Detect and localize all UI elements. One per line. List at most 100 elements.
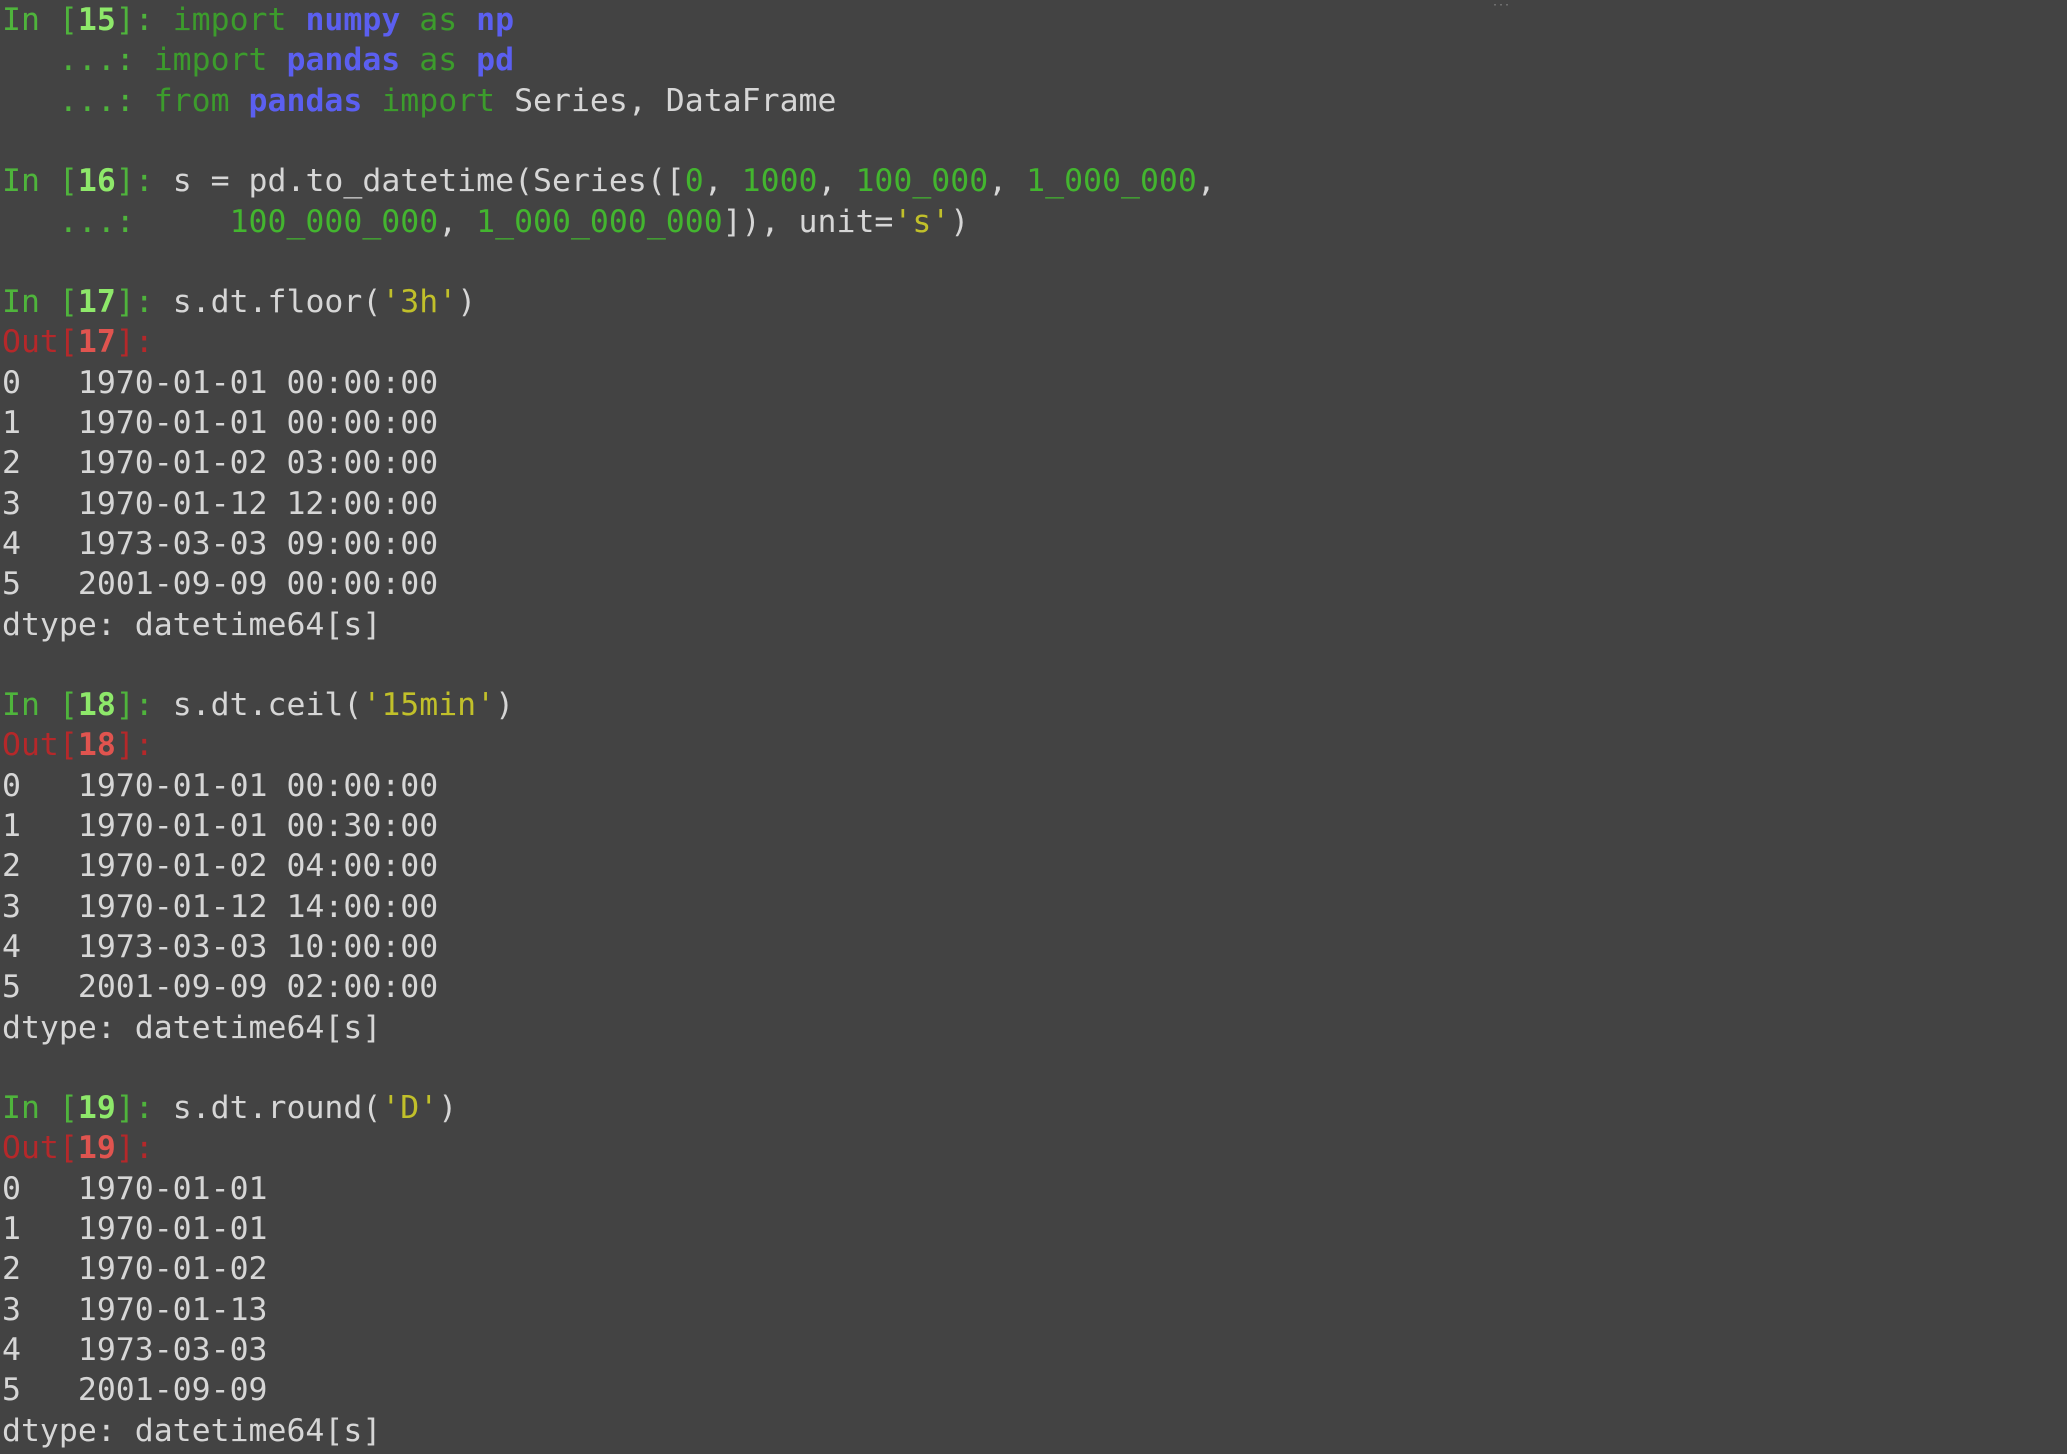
token-plain: )	[438, 1090, 458, 1127]
token-plain: 3 1970-01-12 14:00:00	[2, 888, 439, 925]
terminal-line: 3 1970-01-12 12:00:00	[2, 484, 438, 524]
token-mod: pandas	[248, 82, 363, 119]
token-plain: 4 1973-03-03 09:00:00	[2, 525, 439, 562]
token-num-in: 17	[77, 284, 116, 321]
token-kw: import	[381, 82, 496, 119]
terminal-line: 1 1970-01-01	[2, 1209, 268, 1249]
token-mod: pd	[476, 42, 515, 79]
token-plain: 1 1970-01-01 00:30:00	[2, 808, 439, 844]
terminal-line: Out[19]:	[2, 1128, 154, 1168]
token-prompt-in: ]:	[115, 2, 173, 38]
terminal-line: In [15]: import numpy as np	[2, 0, 514, 40]
ipython-terminal[interactable]: ··· In [15]: import numpy as np ...: imp…	[0, 0, 2067, 1454]
token-plain: s.dt.round(	[172, 1090, 382, 1127]
token-plain: 5 2001-09-09 00:00:00	[2, 566, 439, 603]
token-str: 's'	[893, 203, 951, 240]
terminal-line: Out[18]:	[2, 725, 154, 765]
token-prompt-out: ]:	[115, 1130, 154, 1167]
token-prompt-in: ]:	[115, 687, 173, 724]
token-plain: s = pd.to_datetime(Series([	[172, 163, 685, 200]
token-num: 1_000_000_000	[476, 203, 723, 240]
token-prompt-in: ]:	[115, 163, 173, 200]
terminal-line: 5 2001-09-09 00:00:00	[2, 564, 438, 604]
terminal-line: 4 1973-03-03	[2, 1330, 268, 1370]
terminal-line: 5 2001-09-09	[2, 1370, 268, 1410]
token-plain: 3 1970-01-12 12:00:00	[2, 485, 439, 522]
token-num-in: 18	[77, 687, 116, 724]
terminal-line: ...: 100_000_000, 1_000_000_000]), unit=…	[2, 202, 969, 242]
token-num: 100_000_000	[229, 203, 439, 240]
terminal-line: dtype: datetime64[s]	[2, 1411, 381, 1451]
token-plain: 0 1970-01-01 00:00:00	[2, 767, 439, 804]
token-kw: import	[153, 42, 268, 79]
token-plain: dtype: datetime64[s]	[2, 1412, 382, 1449]
token-num-in: 19	[77, 1090, 116, 1127]
token-plain: dtype: datetime64[s]	[2, 1009, 382, 1046]
token-plain: s.dt.floor(	[172, 284, 382, 321]
terminal-line: 3 1970-01-13	[2, 1290, 268, 1330]
token-plain: ,	[438, 203, 477, 240]
token-prompt-in: ...:	[2, 203, 154, 240]
token-plain: 5 2001-09-09 02:00:00	[2, 969, 439, 1006]
token-plain: ,	[988, 163, 1027, 200]
terminal-line: 2 1970-01-02	[2, 1249, 268, 1289]
token-mod: pandas	[286, 42, 401, 79]
token-plain: 1 1970-01-01 00:00:00	[2, 405, 439, 441]
terminal-line: ...: import pandas as pd	[2, 40, 514, 80]
token-plain: dtype: datetime64[s]	[2, 606, 382, 643]
terminal-line: 1 1970-01-01 00:00:00	[2, 403, 438, 443]
token-prompt-in: ...:	[2, 42, 154, 79]
token-prompt-in: ]:	[115, 1090, 173, 1127]
token-plain: 2 1970-01-02 03:00:00	[2, 445, 439, 482]
terminal-line: 3 1970-01-12 14:00:00	[2, 887, 438, 927]
token-plain: 4 1973-03-03 10:00:00	[2, 928, 439, 965]
terminal-line: 0 1970-01-01	[2, 1169, 268, 1209]
token-prompt-in: In [	[2, 163, 78, 200]
token-plain: 0 1970-01-01	[2, 1170, 268, 1207]
token-kw: import	[172, 2, 287, 38]
token-plain: 2 1970-01-02 04:00:00	[2, 848, 439, 885]
token-prompt-out: Out[	[2, 324, 78, 361]
token-num: 100_000	[855, 163, 989, 200]
token-plain: ,	[817, 163, 856, 200]
token-plain: )	[457, 284, 477, 321]
terminal-line: In [17]: s.dt.floor('3h')	[2, 282, 476, 322]
terminal-line: 0 1970-01-01 00:00:00	[2, 766, 438, 806]
token-num: 1_000_000	[1026, 163, 1197, 200]
terminal-line: 4 1973-03-03 09:00:00	[2, 524, 438, 564]
token-num-out: 18	[77, 727, 116, 764]
token-str: '15min'	[362, 687, 496, 724]
terminal-line: 2 1970-01-02 03:00:00	[2, 443, 438, 483]
token-mod: numpy	[305, 2, 401, 38]
token-prompt-in: In [	[2, 1090, 78, 1127]
token-num-in: 15	[77, 2, 116, 38]
terminal-line: dtype: datetime64[s]	[2, 605, 381, 645]
token-prompt-in: In [	[2, 687, 78, 724]
token-prompt-in: In [	[2, 284, 78, 321]
terminal-line: 1 1970-01-01 00:30:00	[2, 806, 438, 846]
terminal-line: dtype: datetime64[s]	[2, 1008, 381, 1048]
token-str: '3h'	[381, 284, 458, 321]
token-prompt-in: In [	[2, 2, 78, 38]
token-prompt-out: ]:	[115, 727, 154, 764]
terminal-line: In [18]: s.dt.ceil('15min')	[2, 685, 514, 725]
token-prompt-out: ]:	[115, 324, 154, 361]
token-plain: 2 1970-01-02	[2, 1251, 268, 1288]
token-str: 'D'	[381, 1090, 439, 1127]
token-prompt-in: ]:	[115, 284, 173, 321]
token-plain: ,	[1196, 163, 1216, 200]
token-num-out: 19	[77, 1130, 116, 1167]
token-kw: as	[419, 42, 458, 79]
terminal-line: 2 1970-01-02 04:00:00	[2, 846, 438, 886]
token-kw: as	[419, 2, 458, 38]
terminal-line: ...: from pandas import Series, DataFram…	[2, 81, 837, 121]
token-plain: ]), unit=	[722, 203, 894, 240]
token-num-in: 16	[77, 163, 116, 200]
